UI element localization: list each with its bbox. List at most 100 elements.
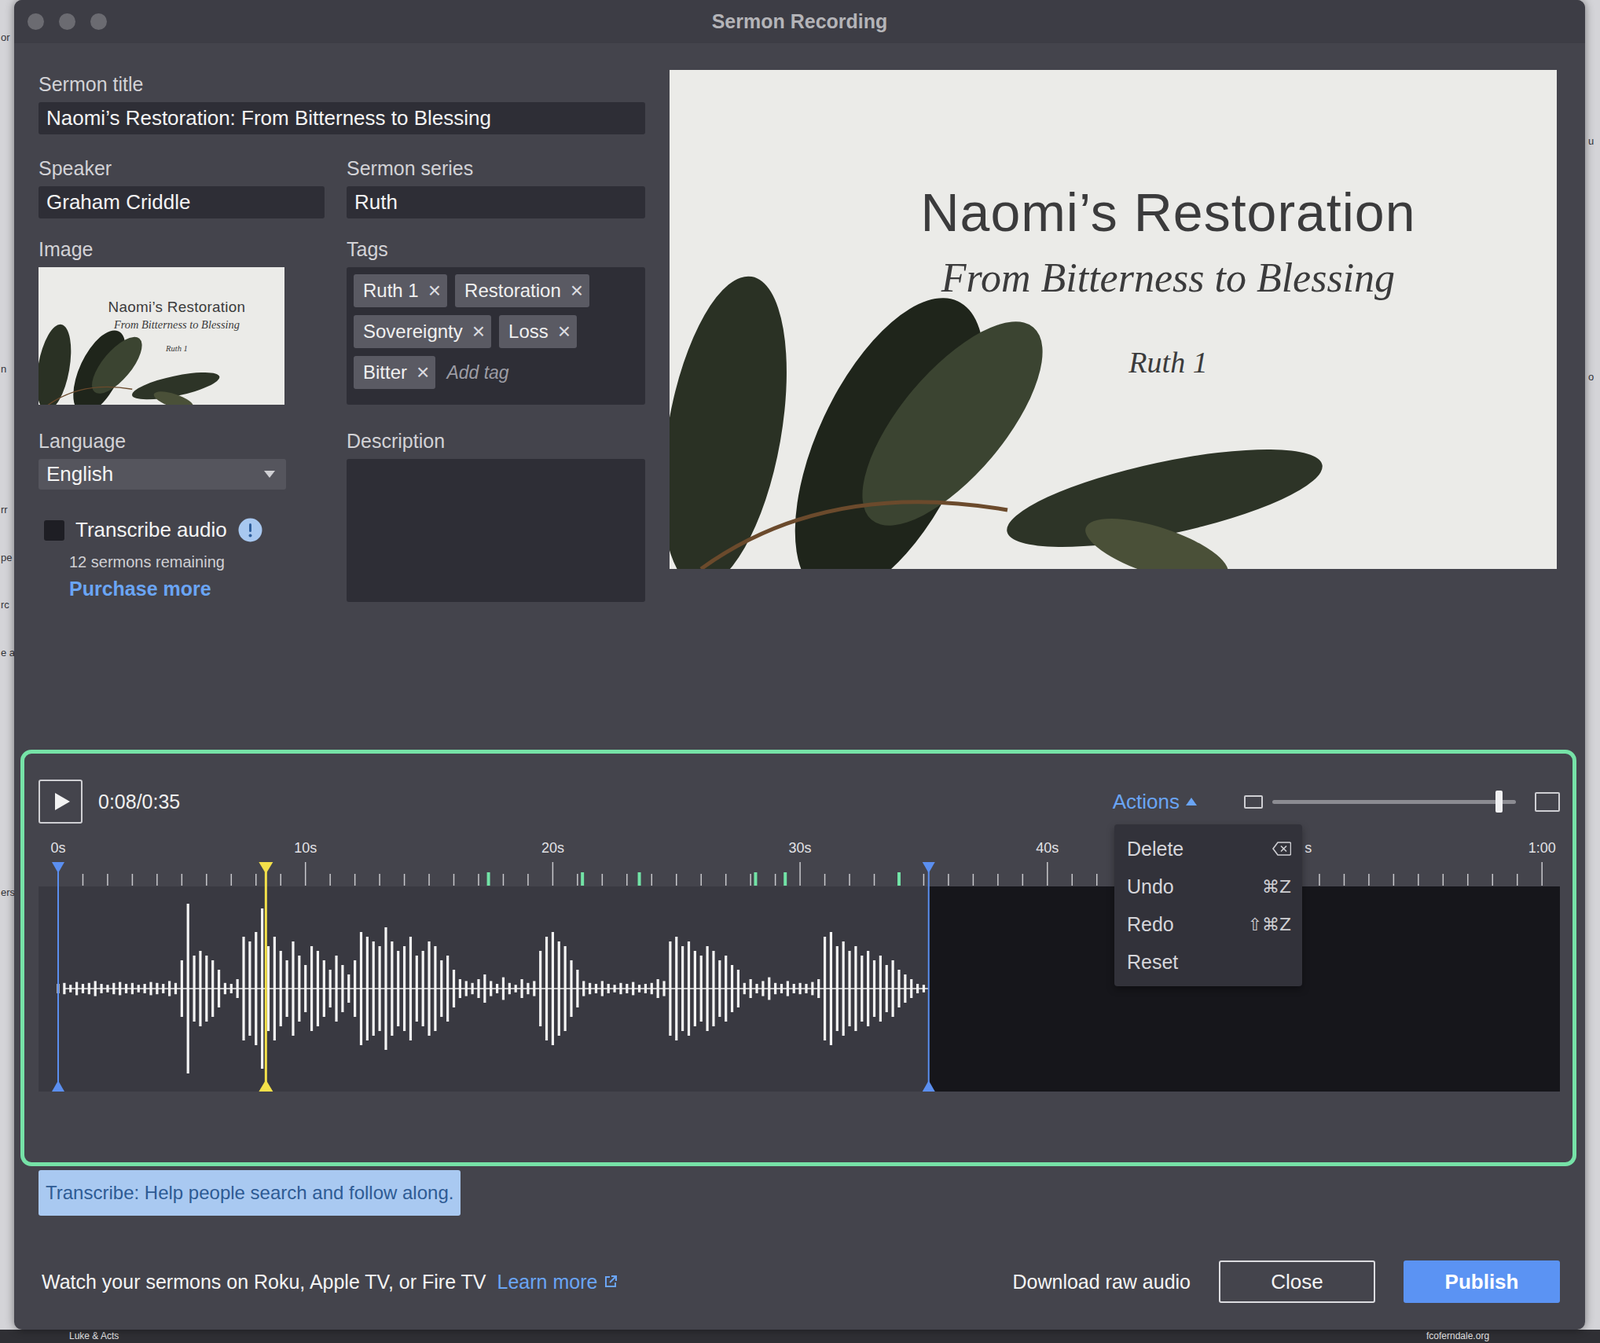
zoom-out-icon[interactable] bbox=[1244, 795, 1263, 809]
waveform-bar bbox=[532, 980, 536, 996]
waveform-bar bbox=[514, 984, 518, 993]
waveform-bar bbox=[612, 984, 616, 993]
transcript-marker[interactable] bbox=[638, 872, 642, 886]
ruler-tick bbox=[477, 873, 480, 886]
waveform-bar bbox=[743, 983, 746, 995]
transcript-marker[interactable] bbox=[487, 872, 491, 886]
background-text: fcoferndale.org bbox=[1426, 1330, 1490, 1343]
series-input[interactable]: Ruth bbox=[346, 186, 646, 219]
learn-more-link[interactable]: Learn more bbox=[497, 1270, 619, 1294]
close-window-button[interactable] bbox=[27, 13, 45, 30]
speaker-field: Speaker Graham Criddle bbox=[38, 156, 325, 219]
waveform-bar bbox=[427, 941, 430, 1036]
waveform-bar bbox=[62, 983, 66, 995]
field-label: Sermon title bbox=[38, 72, 646, 96]
remove-tag-button[interactable]: × bbox=[557, 319, 571, 345]
menu-item[interactable]: Delete bbox=[1114, 829, 1303, 868]
waveform-bar bbox=[341, 965, 344, 1013]
menu-item[interactable]: Undo ⌘Z bbox=[1114, 867, 1303, 906]
transcript-marker[interactable] bbox=[753, 872, 757, 886]
waveform-bar bbox=[242, 936, 245, 1041]
play-icon bbox=[54, 792, 70, 811]
speaker-input[interactable]: Graham Criddle bbox=[38, 186, 325, 219]
menu-item[interactable]: Redo ⇧⌘Z bbox=[1114, 905, 1303, 944]
image-field: Image Naomi’s Restoration From Bitternes… bbox=[38, 237, 325, 405]
description-input[interactable] bbox=[346, 458, 646, 602]
ruler-tick bbox=[552, 862, 555, 886]
waveform-bar bbox=[112, 983, 115, 995]
waveform-bar bbox=[724, 955, 727, 1022]
tag-chip: Sovereignty × bbox=[353, 315, 492, 349]
slide-reference: Ruth 1 bbox=[165, 343, 188, 354]
play-button[interactable] bbox=[38, 779, 83, 824]
ruler-tick bbox=[774, 873, 777, 886]
trim-handle-bottom-icon[interactable] bbox=[51, 1080, 65, 1092]
tag-chip: Restoration × bbox=[455, 274, 590, 308]
menu-item[interactable]: Reset bbox=[1114, 943, 1303, 981]
field-label: Speaker bbox=[38, 156, 325, 180]
transcript-marker[interactable] bbox=[783, 872, 787, 886]
zoom-window-button[interactable] bbox=[90, 13, 107, 30]
remove-tag-button[interactable]: × bbox=[472, 319, 485, 345]
zoom-in-icon[interactable] bbox=[1534, 792, 1560, 812]
title-input[interactable]: Naomi’s Restoration: From Bitterness to … bbox=[38, 102, 646, 135]
tag-chip: Ruth 1 × bbox=[353, 274, 448, 308]
remove-tag-button[interactable]: × bbox=[416, 359, 430, 386]
trim-handle[interactable] bbox=[928, 862, 930, 1092]
trim-handle-top-icon[interactable] bbox=[51, 862, 65, 874]
checkbox-label[interactable]: Transcribe audio bbox=[75, 517, 228, 543]
waveform-bar bbox=[433, 946, 437, 1032]
close-button[interactable]: Close bbox=[1218, 1260, 1376, 1303]
transcript-marker[interactable] bbox=[580, 872, 584, 886]
ruler-tick bbox=[1393, 873, 1395, 886]
zoom-slider[interactable] bbox=[1272, 800, 1516, 804]
waveform-bar bbox=[873, 960, 876, 1017]
footer-bar: Watch your sermons on Roku, Apple TV, or… bbox=[14, 1260, 1586, 1303]
image-thumbnail[interactable]: Naomi’s Restoration From Bitterness to B… bbox=[38, 267, 285, 405]
waveform-bar bbox=[737, 969, 740, 1008]
field-label: Sermon series bbox=[346, 156, 646, 180]
ruler-label: 40s bbox=[1035, 840, 1059, 856]
remove-tag-button[interactable]: × bbox=[570, 278, 584, 304]
waveform-bar bbox=[922, 984, 925, 993]
purchase-more-link[interactable]: Purchase more bbox=[38, 577, 325, 601]
waveform-bar bbox=[786, 980, 789, 996]
add-tag-input[interactable]: Add tag bbox=[443, 362, 509, 384]
waveform-bar bbox=[422, 950, 425, 1027]
waveform-bar bbox=[836, 946, 839, 1032]
waveform-bar bbox=[471, 983, 474, 995]
zoom-slider-thumb[interactable] bbox=[1495, 790, 1503, 813]
timeline[interactable]: 0s10s20s30s40ss1:00 bbox=[38, 836, 1560, 1092]
trim-handle[interactable] bbox=[57, 862, 59, 1092]
waveform-bar bbox=[564, 946, 567, 1032]
waveform-bar bbox=[477, 979, 480, 999]
playhead-top-icon[interactable] bbox=[258, 862, 273, 874]
playhead[interactable] bbox=[264, 862, 268, 1092]
title-field: Sermon title Naomi’s Restoration: From B… bbox=[38, 72, 646, 135]
waveform-bar bbox=[730, 965, 734, 1013]
trim-handle-bottom-icon[interactable] bbox=[922, 1080, 936, 1092]
actions-button[interactable]: Actions bbox=[1112, 789, 1197, 815]
ruler-tick bbox=[378, 873, 381, 886]
ruler-tick bbox=[799, 862, 801, 886]
waveform-bar bbox=[693, 950, 697, 1027]
ruler-tick bbox=[231, 873, 233, 886]
playhead-bottom-icon[interactable] bbox=[258, 1079, 273, 1092]
publish-button[interactable]: Publish bbox=[1403, 1260, 1560, 1303]
remove-tag-button[interactable]: × bbox=[428, 278, 441, 304]
waveform-bar bbox=[619, 983, 622, 995]
download-raw-audio-link[interactable]: Download raw audio bbox=[1012, 1270, 1191, 1294]
transcribe-checkbox[interactable] bbox=[44, 520, 65, 541]
waveform-bar bbox=[273, 936, 276, 1041]
waveform-bar bbox=[81, 983, 85, 994]
info-icon[interactable] bbox=[238, 517, 263, 543]
ruler-tick bbox=[1071, 873, 1074, 886]
menu-shortcut: ⇧⌘Z bbox=[1247, 914, 1292, 935]
transcript-marker[interactable] bbox=[897, 872, 901, 886]
ruler-tick bbox=[675, 873, 678, 886]
minimize-window-button[interactable] bbox=[58, 13, 76, 30]
tags-box[interactable]: Ruth 1 ×Restoration ×Sovereignty ×Loss ×… bbox=[346, 267, 646, 405]
slide-subtitle: From Bitterness to Blessing bbox=[113, 317, 240, 332]
language-select[interactable]: English bbox=[38, 458, 287, 490]
trim-handle-top-icon[interactable] bbox=[922, 862, 936, 874]
